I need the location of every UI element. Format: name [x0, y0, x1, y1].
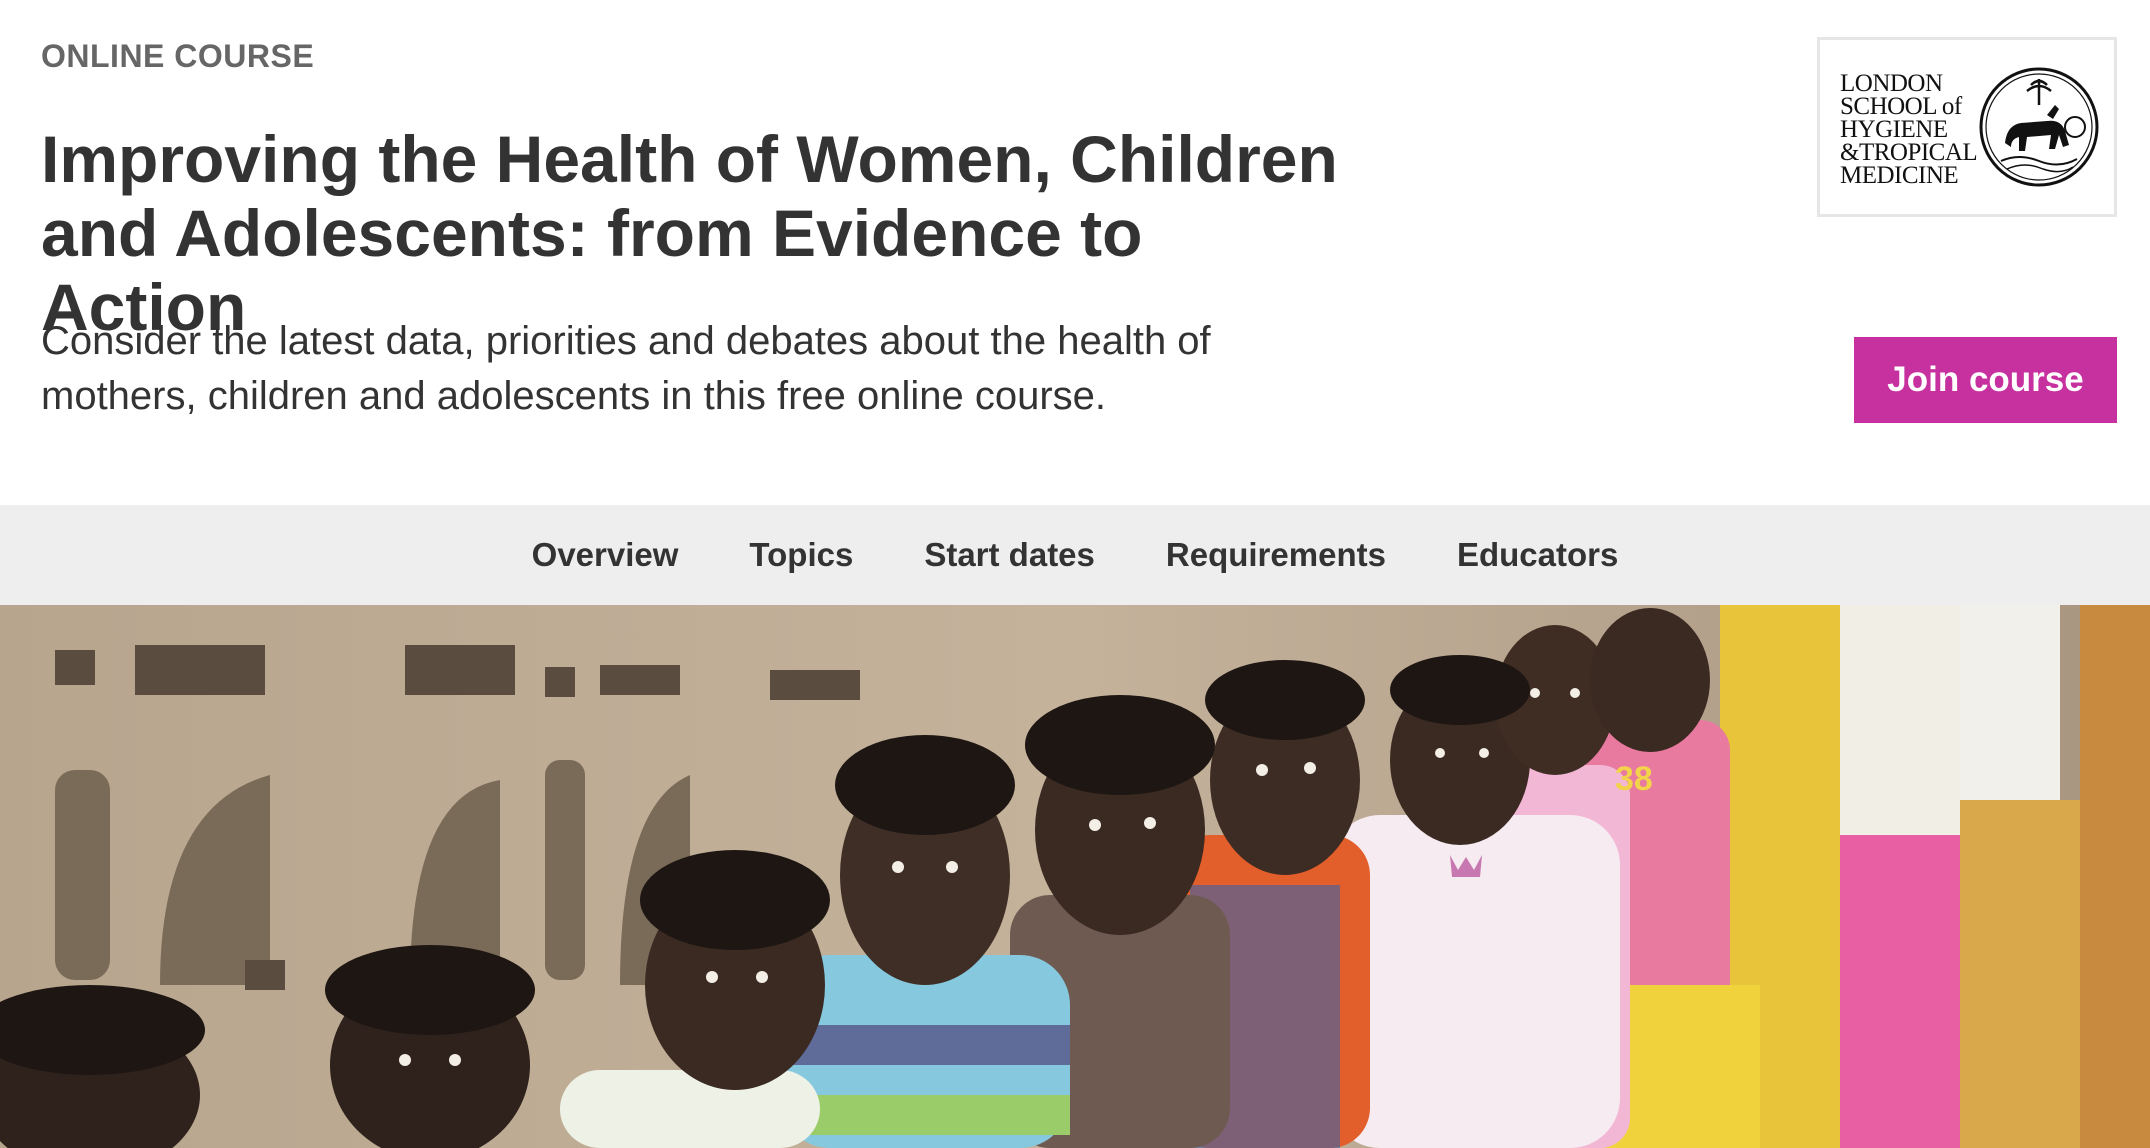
- logo-line: HYGIENE: [1840, 116, 1948, 143]
- course-type-label: ONLINE COURSE: [41, 38, 315, 74]
- university-logo[interactable]: LONDON SCHOOL of HYGIENE &TROPICAL MEDIC…: [1817, 37, 2117, 217]
- nav-item-start-dates[interactable]: Start dates: [924, 536, 1095, 574]
- logo-line: LONDON: [1840, 70, 1943, 97]
- logo-line: MEDICINE: [1840, 162, 1959, 189]
- course-header: ONLINE COURSE Improving the Health of Wo…: [0, 0, 2150, 505]
- join-course-button[interactable]: Join course: [1854, 337, 2117, 423]
- nav-item-overview[interactable]: Overview: [532, 536, 679, 574]
- course-description: Consider the latest data, priorities and…: [41, 319, 1211, 418]
- course-nav: Overview Topics Start dates Requirements…: [0, 505, 2150, 605]
- course-title: Improving the Health of Women, Children …: [41, 122, 1338, 344]
- hero-image: 38: [0, 605, 2150, 1148]
- crest-seal-icon: [1979, 67, 2099, 187]
- svg-text:38: 38: [1615, 760, 1653, 798]
- nav-item-topics[interactable]: Topics: [749, 536, 853, 574]
- nav-item-educators[interactable]: Educators: [1457, 536, 1618, 574]
- logo-line: &TROPICAL: [1840, 139, 1978, 166]
- logo-wordmark: LONDON SCHOOL of HYGIENE &TROPICAL MEDIC…: [1840, 70, 1990, 189]
- nav-item-requirements[interactable]: Requirements: [1166, 536, 1386, 574]
- logo-line: SCHOOL of: [1840, 93, 1962, 120]
- hero-photo-children: 38: [0, 605, 2150, 1148]
